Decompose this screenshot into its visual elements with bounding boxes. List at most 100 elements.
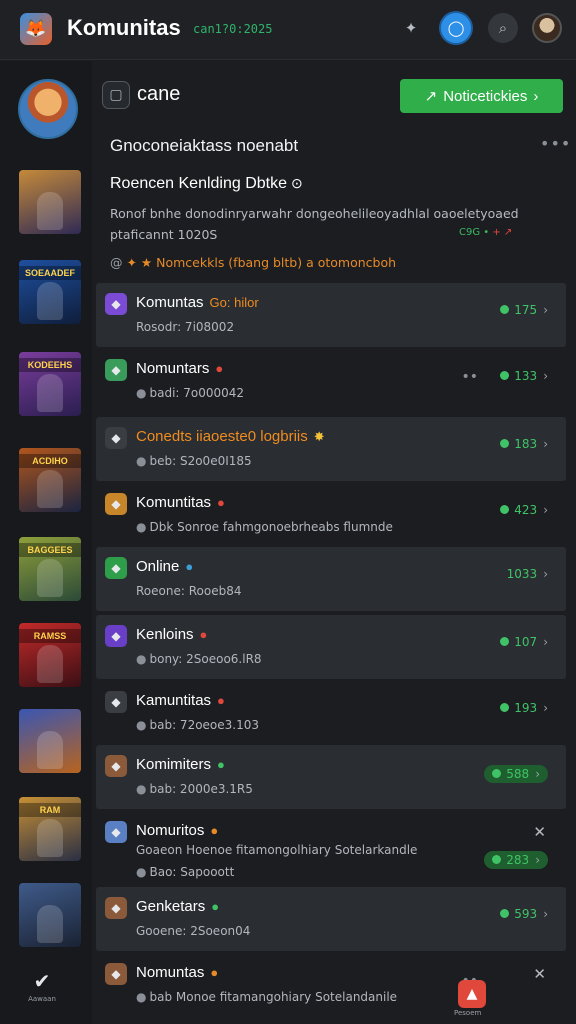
profile-avatar[interactable]	[18, 79, 78, 139]
community-meta: ● Bao: Sapooott	[136, 865, 234, 879]
sidebar-bottom-label: Aawaan	[28, 995, 56, 1003]
online-count[interactable]: 283 ›	[484, 851, 548, 869]
online-count[interactable]: 175 ›	[500, 303, 548, 317]
list-item[interactable]: ◆ Komuntitas ● ● Dbk Sonroe fahmgonoebrheabs…	[96, 483, 566, 547]
character-figure	[37, 374, 63, 412]
list-item[interactable]: ◆ Nomuntars ● ● badi: 7o000042 •• 133 ›	[96, 349, 566, 413]
online-count[interactable]: 588 ›	[484, 765, 548, 783]
community-name-text: Kamuntitas	[136, 692, 212, 709]
community-badge: ●	[210, 965, 219, 980]
search-icon[interactable]: ⌕	[488, 13, 518, 43]
community-meta: ● beb: S2o0e0I185	[136, 454, 252, 468]
thumbnail-title: BAGGEES	[19, 543, 81, 557]
feature-stats: C9G • + ↗	[459, 227, 512, 238]
community-name: Conedts iiaoeste0 logbriis ✸	[136, 428, 325, 445]
sidebar-item-thumbnail[interactable]: RAMSS	[19, 623, 81, 687]
character-figure	[37, 731, 63, 769]
star-icon: ✦ ★	[126, 255, 153, 270]
app-logo-icon[interactable]: 🦊	[20, 13, 52, 45]
feature-title[interactable]: Roencen Kenlding Dbtke ⊙	[110, 175, 303, 193]
community-meta-text: bab: 2000e3.1R5	[149, 782, 253, 796]
community-meta: ● bab: 72oeoe3.103	[136, 718, 259, 732]
online-dot-icon	[492, 769, 502, 778]
character-figure	[37, 192, 63, 230]
online-dot-icon	[500, 909, 510, 918]
online-dot-icon	[492, 855, 502, 864]
community-badge: ●	[211, 899, 220, 914]
feature-description: Ronof bnhe donodinryarwahr dongeohelileo…	[110, 203, 530, 245]
community-name-text: Nomuntas	[136, 964, 205, 981]
character-figure	[37, 645, 63, 683]
community-meta: ● bab Monoe fitamangohiary Sotelandanile	[136, 990, 397, 1004]
sidebar-bottom-button[interactable]: ✔ Aawaan	[22, 969, 62, 1003]
list-item[interactable]: ◆ Komuntas Go: hilor Rosodr: 7i08002 175 ›	[96, 283, 566, 347]
chevron-right-icon: ›	[535, 853, 540, 867]
online-count[interactable]: 1033 ›	[507, 567, 548, 581]
community-meta: ● bony: 2Soeoo6.lR8	[136, 652, 262, 666]
online-count[interactable]: 107 ›	[500, 635, 548, 649]
list-item[interactable]: ◆ Conedts iiaoeste0 logbriis ✸ ● beb: S2o0e0…	[96, 417, 566, 481]
close-icon[interactable]: ✕	[533, 965, 546, 983]
chevron-right-icon: ›	[533, 87, 539, 105]
community-meta-text: Gooene: 2Soeon04	[136, 924, 251, 938]
chevron-right-icon: ›	[543, 907, 548, 921]
community-avatar-icon: ◆	[105, 359, 127, 381]
online-count[interactable]: 133 ›	[500, 369, 548, 383]
online-count[interactable]: 193 ›	[500, 701, 548, 715]
community-name: Komuntitas ●	[136, 494, 225, 511]
thumbnail-title: RAM	[19, 803, 81, 817]
list-item[interactable]: ◆ Kamuntitas ● ● bab: 72oeoe3.103 193 ›	[96, 681, 566, 745]
community-name: Genketars ●	[136, 898, 219, 915]
top-row: ▢ cane ↗ Noticetickies ›	[102, 79, 563, 115]
sidebar-item-thumbnail[interactable]	[19, 170, 81, 234]
notifications-button-label: Noticetickies	[443, 87, 528, 105]
feature-note: @ ✦ ★ Nomcekkls (fbang bltb) a otomoncbo…	[110, 255, 396, 270]
message-icon[interactable]: ▢	[102, 81, 130, 109]
puzzle-icon[interactable]: ✦	[396, 13, 426, 43]
community-name: Online ●	[136, 558, 193, 575]
sidebar-item-thumbnail[interactable]: ACDIHO	[19, 448, 81, 512]
chevron-right-icon: ›	[543, 635, 548, 649]
community-name-text: Genketars	[136, 898, 206, 915]
sidebar-item-thumbnail[interactable]	[19, 883, 81, 947]
community-name: Komimiters ●	[136, 756, 225, 773]
community-avatar-icon: ◆	[105, 427, 127, 449]
online-count[interactable]: 183 ›	[500, 437, 548, 451]
list-item[interactable]: ◆ Komimiters ● ● bab: 2000e3.1R5 588 ›	[96, 745, 566, 809]
sidebar-item-thumbnail[interactable]: BAGGEES	[19, 537, 81, 601]
list-item[interactable]: ◆ Nomuntas ● ● bab Monoe fitamangohiary Sote…	[96, 953, 566, 1017]
feature-stats-text: C9G •	[459, 227, 493, 238]
avatar[interactable]	[532, 13, 562, 43]
meta-icon: ●	[136, 652, 147, 666]
alert-fab-button[interactable]: ▲	[458, 980, 486, 1008]
online-count[interactable]: 423 ›	[500, 503, 548, 517]
character-figure	[37, 905, 63, 943]
chat-icon[interactable]: ◯	[441, 13, 471, 43]
close-icon[interactable]: ✕	[533, 823, 546, 841]
feature-note-text: Nomcekkls (fbang bltb) a otomoncboh	[156, 255, 397, 270]
list-item[interactable]: ◆ Online ● Roeone: Rooeb84 1033 ›	[96, 547, 566, 611]
chevron-right-icon: ›	[543, 701, 548, 715]
online-dot-icon	[500, 371, 510, 380]
more-options-icon[interactable]: ••	[461, 369, 478, 385]
sidebar-item-thumbnail[interactable]: SOEAADEF	[19, 260, 81, 324]
list-item[interactable]: ◆ Genketars ● Gooene: 2Soeon04 593 ›	[96, 887, 566, 951]
online-count-text: 175	[514, 303, 538, 317]
community-avatar-icon: ◆	[105, 755, 127, 777]
online-count[interactable]: 593 ›	[500, 907, 548, 921]
community-meta-text: badi: 7o000042	[149, 386, 245, 400]
sidebar: SOEAADEF KODEEHS ACDIHO BAGGEES RAMSS RAM ✔ A…	[0, 61, 92, 1024]
notifications-button[interactable]: ↗ Noticetickies ›	[400, 79, 563, 113]
online-count-text: 423	[514, 503, 538, 517]
sidebar-item-thumbnail[interactable]	[19, 709, 81, 773]
online-dot-icon	[500, 637, 510, 646]
chevron-right-icon: ›	[543, 567, 548, 581]
feature-stats-red: + ↗	[492, 227, 513, 238]
community-description: Goaeon Hoenoe fitamongolhiary Sotelarkan…	[136, 843, 418, 857]
sidebar-item-thumbnail[interactable]: KODEEHS	[19, 352, 81, 416]
list-item[interactable]: ◆ Nomuritos ● Goaeon Hoenoe fitamongolhiary…	[96, 811, 566, 883]
sidebar-item-thumbnail[interactable]: RAM	[19, 797, 81, 861]
list-item[interactable]: ◆ Kenloins ● ● bony: 2Soeoo6.lR8 107 ›	[96, 615, 566, 679]
app-subtitle: can1?0:2025	[193, 22, 273, 36]
more-options-icon[interactable]: •••	[540, 134, 571, 153]
